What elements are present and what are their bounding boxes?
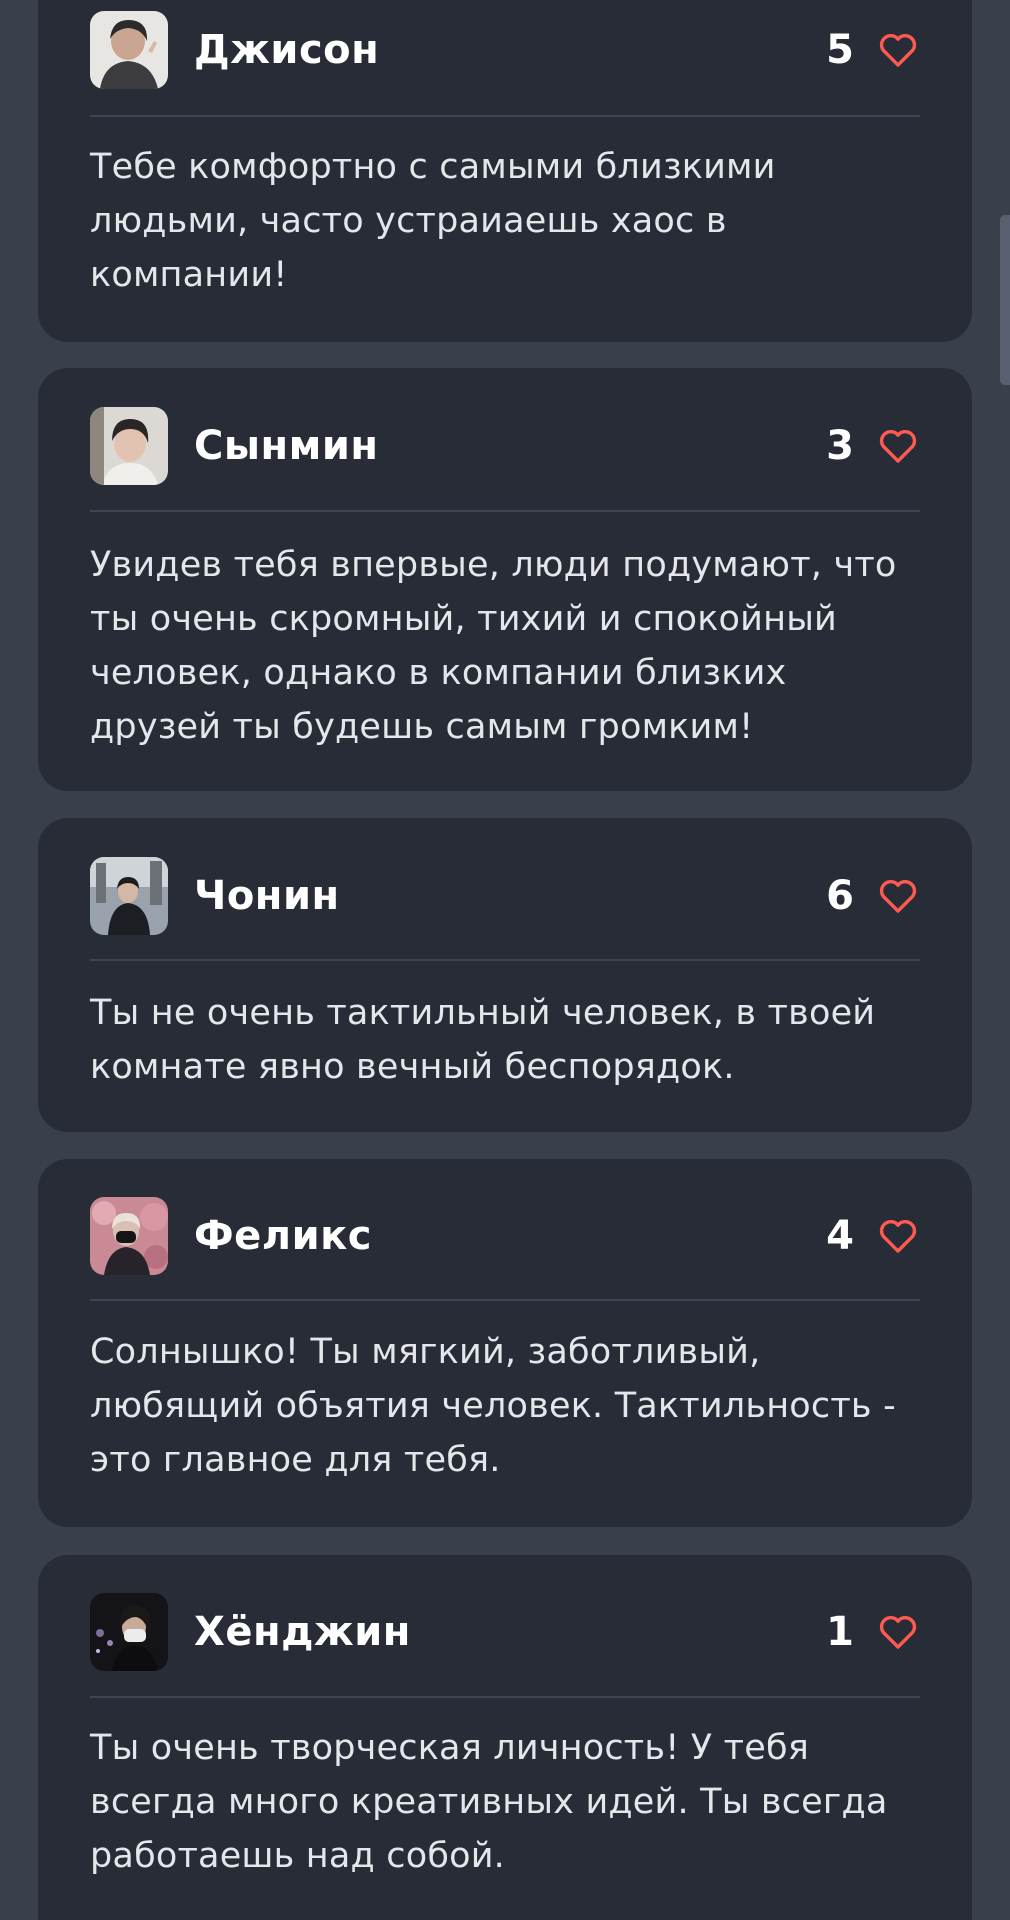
- member-name: Хёнджин: [194, 1609, 411, 1655]
- member-name: Джисон: [194, 27, 380, 73]
- card-divider: [90, 1696, 920, 1698]
- result-card: Хёнджин 1 Ты очень творческая личность! …: [38, 1555, 972, 1920]
- card-header: Феликс 4: [90, 1197, 920, 1275]
- card-description: Солнышко! Ты мягкий, заботливый, любящий…: [90, 1332, 896, 1480]
- like-count: 1: [826, 1609, 854, 1655]
- scrollbar-thumb[interactable]: [1000, 215, 1010, 385]
- card-divider: [90, 115, 920, 117]
- result-card: Феликс 4 Солнышко! Ты мягкий, заботливый…: [38, 1159, 972, 1527]
- heart-outline-icon[interactable]: [876, 874, 920, 918]
- heart-outline-icon[interactable]: [876, 424, 920, 468]
- card-header: Чонин 6: [90, 857, 920, 935]
- like-count: 4: [826, 1213, 854, 1259]
- avatar[interactable]: [90, 407, 168, 485]
- card-header: Джисон 5: [90, 11, 920, 89]
- result-card: Джисон 5 Тебе комфортно с самыми близким…: [38, 0, 972, 342]
- avatar[interactable]: [90, 11, 168, 89]
- member-name: Сынмин: [194, 423, 379, 469]
- heart-outline-icon[interactable]: [876, 28, 920, 72]
- result-card: Сынмин 3 Увидев тебя впервые, люди подум…: [38, 368, 972, 791]
- card-description: Увидев тебя впервые, люди подумают, что …: [90, 545, 897, 747]
- heart-outline-icon[interactable]: [876, 1610, 920, 1654]
- like-count: 6: [826, 873, 854, 919]
- card-divider: [90, 510, 920, 512]
- card-divider: [90, 959, 920, 961]
- card-description: Ты не очень тактильный человек, в твоей …: [90, 993, 876, 1087]
- card-description: Тебе комфортно с самыми близкими людьми,…: [90, 147, 776, 295]
- member-name: Феликс: [194, 1213, 372, 1259]
- result-card: Чонин 6 Ты не очень тактильный человек, …: [38, 818, 972, 1132]
- avatar[interactable]: [90, 1593, 168, 1671]
- avatar[interactable]: [90, 1197, 168, 1275]
- results-page: Джисон 5 Тебе комфортно с самыми близким…: [0, 0, 1010, 1920]
- card-description: Ты очень творческая личность! У тебя все…: [90, 1728, 888, 1876]
- card-divider: [90, 1299, 920, 1301]
- like-count: 5: [826, 27, 854, 73]
- member-name: Чонин: [194, 873, 340, 919]
- avatar[interactable]: [90, 857, 168, 935]
- heart-outline-icon[interactable]: [876, 1214, 920, 1258]
- like-count: 3: [826, 423, 854, 469]
- card-header: Сынмин 3: [90, 407, 920, 485]
- card-header: Хёнджин 1: [90, 1593, 920, 1671]
